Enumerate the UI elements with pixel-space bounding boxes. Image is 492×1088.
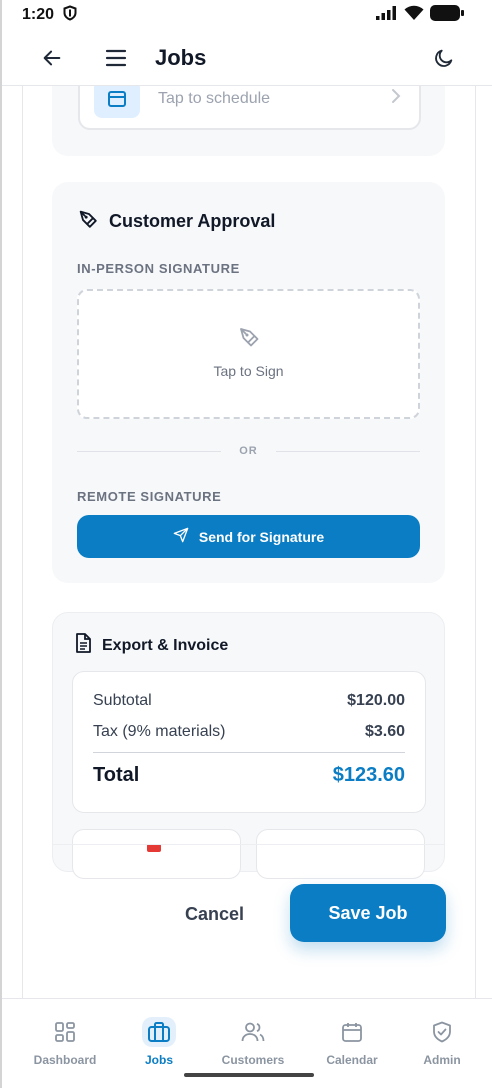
customer-approval-card: Customer Approval IN-PERSON SIGNATURE Ta… <box>52 182 445 583</box>
invoice-totals: Subtotal $120.00 Tax (9% materials) $3.6… <box>72 671 426 813</box>
or-divider: OR <box>77 444 420 458</box>
calendar-icon <box>94 86 140 118</box>
battery-icon <box>430 4 464 26</box>
hamburger-menu-icon <box>105 49 127 67</box>
save-job-button[interactable]: Save Job <box>290 884 446 942</box>
home-indicator <box>184 1073 314 1077</box>
customer-approval-title: Customer Approval <box>109 211 276 231</box>
remote-signature-label: REMOTE SIGNATURE <box>77 489 222 504</box>
nav-label-admin: Admin <box>423 1053 461 1067</box>
pen-tool-icon <box>237 325 261 354</box>
export-invoice-title: Export & Invoice <box>102 636 229 654</box>
send-icon <box>173 527 189 546</box>
nav-item-jobs[interactable]: Jobs <box>114 1017 204 1067</box>
total-label: Total <box>93 764 140 786</box>
pdf-icon <box>147 844 161 852</box>
shield-check-icon <box>433 1021 451 1043</box>
export-pdf-button[interactable] <box>72 829 241 879</box>
status-bar: 1:20 <box>2 0 492 30</box>
chevron-right-icon <box>391 88 401 109</box>
menu-button[interactable] <box>104 46 128 70</box>
tax-label: Tax (9% materials) <box>93 723 226 740</box>
nav-item-customers[interactable]: Customers <box>208 1017 298 1067</box>
or-text: OR <box>239 445 258 457</box>
wifi-icon <box>404 5 424 26</box>
grid-icon <box>55 1022 75 1042</box>
totals-divider <box>93 752 405 753</box>
status-time: 1:20 <box>22 6 55 23</box>
app-bar: Jobs <box>2 30 492 86</box>
in-person-signature-label: IN-PERSON SIGNATURE <box>77 261 240 276</box>
back-button[interactable] <box>40 46 64 70</box>
schedule-picker[interactable]: Tap to schedule <box>78 86 421 130</box>
nav-label-jobs: Jobs <box>144 1053 173 1067</box>
pen-tool-icon <box>77 208 99 235</box>
cancel-button[interactable]: Cancel <box>185 904 244 925</box>
total-value: $123.60 <box>332 764 405 786</box>
signal-icon <box>376 5 398 25</box>
subtotal-row: Subtotal $120.00 <box>93 692 405 710</box>
schedule-card: Tap to schedule <box>52 86 445 156</box>
tax-value: $3.60 <box>364 723 405 740</box>
subtotal-value: $120.00 <box>347 692 405 709</box>
export-invoice-card: Export & Invoice Subtotal $120.00 Tax (9… <box>52 612 445 879</box>
moon-icon <box>435 49 453 67</box>
nav-label-customers: Customers <box>221 1053 285 1067</box>
tap-to-sign-text: Tap to Sign <box>213 363 284 379</box>
calendar-icon <box>342 1023 362 1042</box>
phone-frame: 1:20 Jobs Tap to schedule Customer Appro… <box>0 0 492 1088</box>
nav-label-dashboard: Dashboard <box>33 1053 97 1067</box>
theme-toggle-button[interactable] <box>432 46 456 70</box>
page-title: Jobs <box>155 45 207 70</box>
scroll-edge <box>52 844 445 845</box>
subtotal-label: Subtotal <box>93 692 152 709</box>
vpn-shield-icon <box>62 4 78 26</box>
briefcase-icon <box>148 1022 170 1042</box>
users-icon <box>241 1022 265 1042</box>
tax-row: Tax (9% materials) $3.60 <box>93 723 405 741</box>
arrow-left-icon <box>43 50 61 66</box>
nav-label-calendar: Calendar <box>326 1053 378 1067</box>
export-option-button[interactable] <box>256 829 425 879</box>
total-row: Total $123.60 <box>93 764 405 787</box>
send-for-signature-button[interactable]: Send for Signature <box>77 515 420 558</box>
nav-item-calendar[interactable]: Calendar <box>307 1017 397 1067</box>
job-form-scroll[interactable]: Tap to schedule Customer Approval IN-PER… <box>22 86 476 998</box>
send-for-signature-label: Send for Signature <box>198 528 325 545</box>
schedule-placeholder: Tap to schedule <box>158 90 271 107</box>
signature-pad[interactable]: Tap to Sign <box>77 289 420 419</box>
document-icon <box>74 633 92 658</box>
nav-item-admin[interactable]: Admin <box>397 1017 487 1067</box>
nav-item-dashboard[interactable]: Dashboard <box>20 1017 110 1067</box>
